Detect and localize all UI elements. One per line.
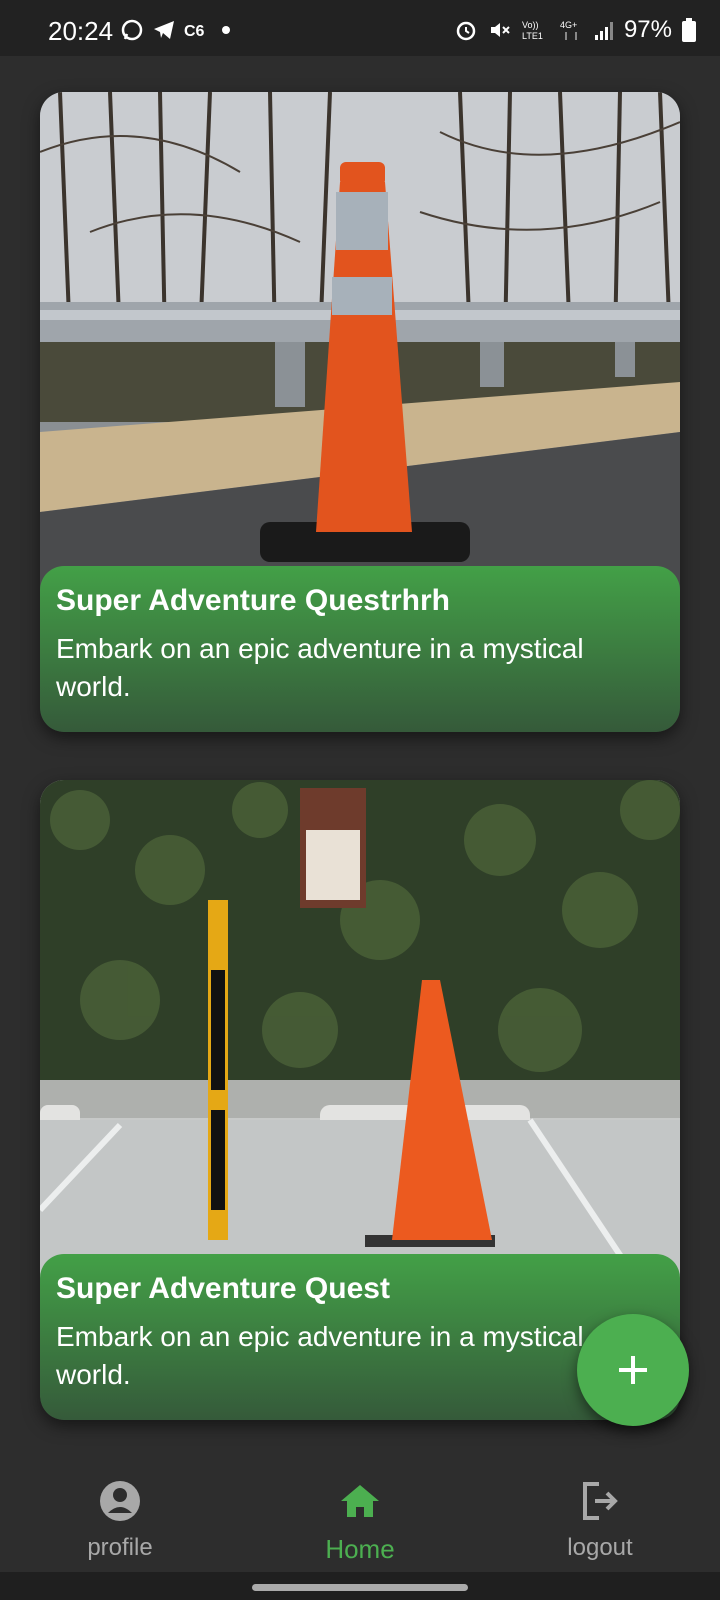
card-description: Embark on an epic adventure in a mystica… xyxy=(56,633,584,702)
battery-icon xyxy=(682,18,696,42)
system-icons: Vo)) LTE1 4G+ 97% xyxy=(454,16,696,44)
card-title: Super Adventure Questrhrh xyxy=(56,584,450,617)
game-card[interactable]: Super Adventure Questrhrh Embark on an e… xyxy=(40,92,680,732)
signal-icon xyxy=(594,22,613,40)
card-description: Embark on an epic adventure in a mystica… xyxy=(56,1321,584,1390)
home-gesture-bar[interactable] xyxy=(252,1584,468,1591)
status-time: 20:24 xyxy=(48,16,114,46)
4g-icon: 4G+ xyxy=(560,20,577,40)
svg-text:4G+: 4G+ xyxy=(560,20,577,30)
account-circle-icon xyxy=(100,1481,140,1521)
card-image-traffic-cone-guardrail xyxy=(40,92,680,597)
nav-item-logout[interactable]: logout xyxy=(520,1478,680,1562)
svg-text:C6: C6 xyxy=(184,23,205,40)
alarm-icon xyxy=(456,21,476,41)
bottom-navigation: profile Home logout xyxy=(0,1462,720,1572)
svg-text:LTE1: LTE1 xyxy=(522,31,543,41)
nav-item-profile[interactable]: profile xyxy=(40,1478,200,1562)
more-notifications-dot xyxy=(222,26,230,34)
plus-icon xyxy=(619,1356,647,1384)
volte-icon: Vo))LTE1 xyxy=(522,20,543,41)
whatsapp-icon xyxy=(121,19,143,41)
notification-icons: C6 xyxy=(120,18,230,42)
nav-label-profile: profile xyxy=(87,1534,153,1561)
logout-icon xyxy=(583,1482,618,1520)
svg-text:Vo)): Vo)) xyxy=(522,20,539,30)
nav-label-home: Home xyxy=(325,1534,395,1564)
telegram-icon xyxy=(154,21,174,39)
battery-percent: 97% xyxy=(623,16,672,43)
c6-icon: C6 xyxy=(184,23,205,40)
game-card[interactable]: Super Adventure Quest Embark on an epic … xyxy=(40,780,680,1420)
mute-icon xyxy=(490,23,510,37)
home-icon xyxy=(341,1485,379,1517)
nav-label-logout: logout xyxy=(567,1534,633,1561)
status-bar: 20:24 C6 Vo)) LTE1 4G+ 97% xyxy=(0,0,720,56)
card-title: Super Adventure Quest xyxy=(56,1272,390,1305)
card-info: Super Adventure Questrhrh Embark on an e… xyxy=(40,566,680,732)
add-button[interactable] xyxy=(577,1314,689,1426)
card-image-traffic-cone-parking xyxy=(40,780,680,1285)
nav-item-home[interactable]: Home xyxy=(280,1478,440,1565)
